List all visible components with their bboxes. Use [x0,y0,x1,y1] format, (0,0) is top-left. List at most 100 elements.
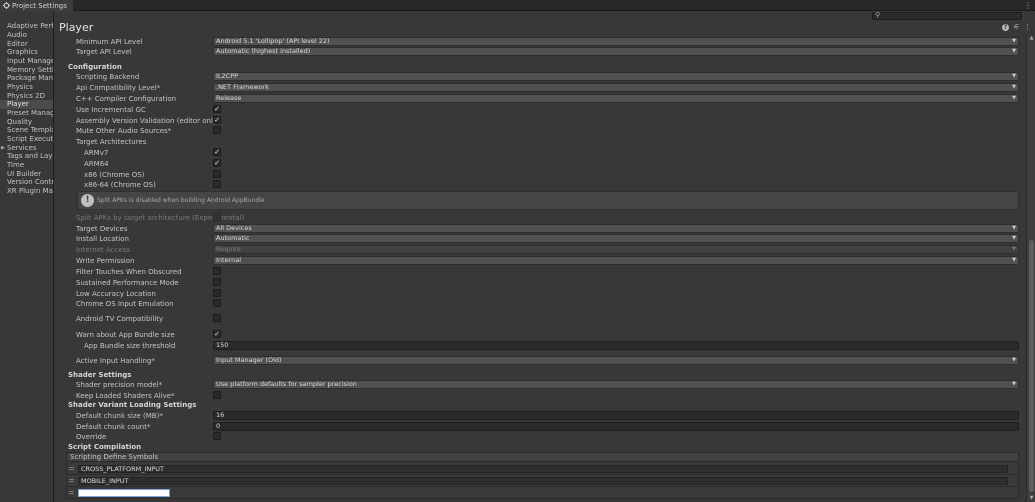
list-item: MOBILE_INPUT [66,475,1019,487]
target-api-dropdown[interactable]: Automatic (highest installed) ▼ [213,47,1019,56]
android-tv-checkbox[interactable] [213,314,221,322]
sidebar-item-adaptive-performance[interactable]: Adaptive Performance [0,22,53,31]
filter-touches-checkbox[interactable] [213,267,221,275]
min-api-dropdown[interactable]: Android 5.1 'Lollipop' (API level 22) ▼ [213,37,1019,46]
dropdown-value: Android 5.1 'Lollipop' (API level 22) [216,37,330,45]
override-checkbox[interactable] [213,432,221,440]
internet-access-label: Internet Access [76,246,130,254]
window-titlebar: Project Settings ⋮ [0,0,1035,11]
sidebar-item-audio[interactable]: Audio [0,31,53,40]
arm64-checkbox[interactable]: ✓ [213,159,221,167]
search-input[interactable]: ⚲ [872,11,1022,20]
target-devices-label: Target Devices [76,225,128,233]
target-devices-row: Target Devices All Devices ▼ [55,224,1020,234]
split-apk-info-box: ! Split APKs is disabled when building A… [77,191,1019,210]
chrome-os-input-label: Chrome OS Input Emulation [76,300,174,308]
shader-precision-dropdown[interactable]: Use platform defaults for sampler precis… [213,380,1019,389]
target-devices-dropdown[interactable]: All Devices ▼ [213,224,1019,233]
cpp-compiler-dropdown[interactable]: Release ▼ [213,94,1019,103]
settings-sidebar: Adaptive Performance Audio Editor Graphi… [0,11,54,502]
define-symbol-field-editing[interactable] [78,489,170,497]
incremental-gc-checkbox[interactable]: ✓ [213,105,221,113]
default-chunk-count-field[interactable]: 0 [213,422,1019,431]
sliders-icon[interactable]: ⚟ [1013,24,1020,31]
vertical-scrollbar[interactable]: ▲ ▼ [1026,35,1035,502]
sustained-perf-checkbox[interactable] [213,278,221,286]
chevron-down-icon: ▼ [1012,225,1016,231]
chrome-os-input-checkbox[interactable] [213,299,221,307]
filter-touches-label: Filter Touches When Obscured [76,268,182,276]
sidebar-item-preset-manager[interactable]: Preset Manager [0,109,53,118]
scroll-down-icon[interactable]: ▼ [1028,495,1035,502]
dropdown-value: Use platform defaults for sampler precis… [216,380,357,388]
sidebar-item-tags-and-layers[interactable]: Tags and Layers [0,152,53,161]
sidebar-item-graphics[interactable]: Graphics [0,48,53,57]
script-compilation-header: Script Compilation [68,443,142,451]
warn-bundle-checkbox[interactable]: ✓ [213,330,221,338]
target-arch-row: Target Architectures [55,137,1020,147]
x86-64-row: x86-64 (Chrome OS) [55,180,1020,190]
sidebar-item-player[interactable]: Player [0,100,53,109]
min-api-label: Minimum API Level [76,38,143,46]
mute-audio-row: Mute Other Audio Sources* [55,126,1020,136]
scroll-up-icon[interactable]: ▲ [1028,35,1035,42]
sidebar-item-time[interactable]: Time [0,161,53,170]
low-accuracy-checkbox[interactable] [213,289,221,297]
armv7-checkbox[interactable]: ✓ [213,148,221,156]
chevron-down-icon: ▼ [1012,95,1016,101]
shader-precision-label: Shader precision model* [76,381,163,389]
scrollbar-thumb[interactable] [1029,240,1034,492]
player-settings-panel: Minimum API Level Android 5.1 'Lollipop'… [55,35,1026,502]
sidebar-item-package-manager[interactable]: Package Manager [0,74,53,83]
assembly-validation-checkbox[interactable]: ✓ [213,116,221,124]
scripting-backend-dropdown[interactable]: IL2CPP ▼ [213,72,1019,81]
target-api-label: Target API Level [76,48,132,56]
kebab-menu-icon[interactable]: ⋮ [1024,1,1032,10]
chevron-down-icon: ▼ [1012,235,1016,241]
bundle-threshold-field[interactable]: 150 [213,341,1019,350]
sidebar-item-scene-template[interactable]: Scene Template [0,126,53,135]
mute-audio-label: Mute Other Audio Sources* [76,127,172,135]
install-location-label: Install Location [76,235,129,243]
window-title: Project Settings [12,1,67,10]
help-icon[interactable]: ? [1002,24,1009,31]
define-symbol-field[interactable]: MOBILE_INPUT [78,477,1008,485]
dropdown-value: Automatic (highest installed) [216,47,311,55]
sidebar-item-script-execution-order[interactable]: Script Execution Order [0,135,53,144]
warn-bundle-label: Warn about App Bundle size [76,331,175,339]
sustained-perf-label: Sustained Performance Mode [76,279,179,287]
define-symbol-field[interactable]: CROSS_PLATFORM_INPUT [78,465,1008,473]
drag-handle-icon[interactable] [69,467,74,470]
drag-handle-icon[interactable] [69,479,74,482]
sidebar-item-version-control[interactable]: Version Control [0,178,53,187]
write-permission-dropdown[interactable]: Internal ▼ [213,256,1019,265]
mute-audio-checkbox[interactable] [213,126,221,134]
dropdown-value: IL2CPP [216,72,239,80]
assembly-validation-label: Assembly Version Validation (editor only… [76,117,220,125]
keep-shaders-checkbox[interactable] [213,391,221,399]
incremental-gc-label: Use Incremental GC [76,106,146,114]
dropdown-value: Input Manager (Old) [216,356,282,364]
target-arch-label: Target Architectures [76,138,147,146]
x86-checkbox[interactable] [213,170,221,178]
chevron-down-icon: ▼ [1012,381,1016,387]
scripting-backend-label: Scripting Backend [76,73,140,81]
kebab-menu-icon[interactable]: ⋮ [1024,24,1031,31]
android-tv-label: Android TV Compatibility [76,315,164,323]
sidebar-item-xr-plugin-management[interactable]: XR Plugin Management [0,187,53,196]
arm64-label: ARM64 [84,160,109,168]
api-compat-dropdown[interactable]: .NET Framework ▼ [213,83,1019,92]
override-row: Override [55,432,1020,442]
x86-label: x86 (Chrome OS) [84,171,145,179]
sidebar-item-input-manager[interactable]: Input Manager [0,57,53,66]
bundle-threshold-row: App Bundle size threshold 150 [55,341,1020,351]
sidebar-item-physics[interactable]: Physics [0,83,53,92]
drag-handle-icon[interactable] [69,491,74,494]
default-chunk-size-field[interactable]: 16 [213,411,1019,420]
x86-64-checkbox[interactable] [213,180,221,188]
install-location-row: Install Location Automatic ▼ [55,234,1020,244]
active-input-dropdown[interactable]: Input Manager (Old) ▼ [213,356,1019,365]
chevron-down-icon: ▼ [1012,48,1016,54]
project-settings-tab[interactable]: Project Settings [0,0,73,11]
install-location-dropdown[interactable]: Automatic ▼ [213,234,1019,243]
